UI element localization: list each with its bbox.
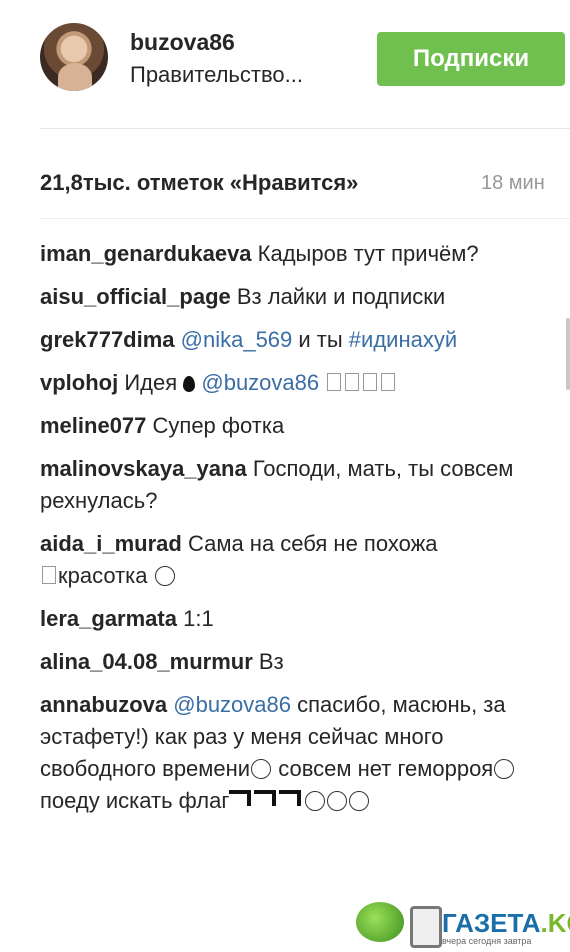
- face-emoji-icon: [154, 566, 175, 586]
- hand-emoji-icon: [229, 790, 252, 806]
- comment-text: и ты: [292, 327, 349, 352]
- comment: iman_genardukaeva Кадыров тут причём?: [40, 238, 520, 270]
- comment-username[interactable]: vplohoj: [40, 370, 118, 395]
- watermark-brand: ГАЗЕТА.KG: [442, 908, 570, 938]
- face-emoji-icon: [305, 791, 326, 811]
- comment-text: 1:1: [176, 606, 214, 631]
- comment-text: Вз лайки и подписки: [230, 284, 446, 309]
- missing-glyph-icon: [345, 373, 360, 391]
- comment-text: Идея: [118, 370, 184, 395]
- missing-glyph-icon: [381, 373, 396, 391]
- comment-username[interactable]: annabuzova: [40, 692, 167, 717]
- divider: [40, 128, 570, 129]
- hashtag-link[interactable]: #идинахуй: [349, 327, 457, 352]
- comments-list: iman_genardukaeva Кадыров тут причём? ai…: [40, 238, 520, 828]
- face-emoji-icon: [327, 791, 348, 811]
- comment-text: красотка: [58, 563, 148, 588]
- face-emoji-icon: [494, 759, 515, 779]
- globe-icon: [356, 902, 404, 942]
- face-emoji-icon: [349, 791, 370, 811]
- comment: aida_i_murad Сама на себя не похожа красо…: [40, 528, 520, 592]
- hourglass-icon: [410, 906, 442, 948]
- comment-username[interactable]: aida_i_murad: [40, 531, 182, 556]
- divider: [40, 218, 570, 219]
- mention-link[interactable]: @buzova86: [167, 692, 291, 717]
- watermark-logo: ГАЗЕТА.KG вчера сегодня завтра: [352, 896, 570, 952]
- comment-text: Вз: [252, 649, 284, 674]
- comment: alina_04.08_murmur Вз: [40, 646, 520, 678]
- comment-username[interactable]: alina_04.08_murmur: [40, 649, 253, 674]
- face-emoji-icon: [251, 759, 272, 779]
- mention-link[interactable]: @nika_569: [175, 327, 293, 352]
- comment: grek777dima @nika_569 и ты #идинахуй: [40, 324, 520, 356]
- location-label[interactable]: Правительство...: [130, 62, 303, 88]
- post-header: buzova86 Правительство... Подписки: [0, 0, 570, 128]
- likes-count[interactable]: 21,8тыс. отметок «Нравится»: [40, 170, 358, 196]
- hand-emoji-icon: [254, 790, 277, 806]
- comment-username[interactable]: grek777dima: [40, 327, 175, 352]
- comment-username[interactable]: aisu_official_page: [40, 284, 231, 309]
- comment: lera_garmata 1:1: [40, 603, 520, 635]
- comment: aisu_official_page Вз лайки и подписки: [40, 281, 520, 313]
- comment: malinovskaya_yana Господи, мать, ты совс…: [40, 453, 520, 517]
- comment-username[interactable]: meline077: [40, 413, 146, 438]
- comment: annabuzova @buzova86 спасибо, масюнь, за…: [40, 689, 520, 817]
- missing-glyph-icon: [327, 373, 342, 391]
- comment-username[interactable]: lera_garmata: [40, 606, 177, 631]
- watermark-tagline: вчера сегодня завтра: [442, 936, 532, 946]
- comment-username[interactable]: iman_genardukaeva: [40, 241, 252, 266]
- comment-text: Сама на себя не похожа: [181, 531, 438, 556]
- missing-glyph-icon: [363, 373, 378, 391]
- drop-emoji-icon: [183, 376, 196, 392]
- scrollbar[interactable]: [566, 318, 570, 390]
- hand-emoji-icon: [279, 790, 302, 806]
- following-button[interactable]: Подписки: [377, 32, 565, 86]
- missing-glyph-icon: [42, 566, 56, 584]
- comment-text: Супер фотка: [146, 413, 285, 438]
- comment-text: Кадыров тут причём?: [251, 241, 479, 266]
- mention-link[interactable]: @buzova86: [201, 370, 319, 395]
- comment-text: совсем нет геморроя: [272, 756, 494, 781]
- comment-text: поеду искать флаг: [40, 788, 230, 813]
- username[interactable]: buzova86: [130, 29, 235, 56]
- post-time: 18 мин: [481, 172, 545, 194]
- comment: meline077 Супер фотка: [40, 410, 520, 442]
- comment: vplohoj Идея @buzova86: [40, 367, 520, 399]
- avatar[interactable]: [40, 23, 108, 91]
- comment-username[interactable]: malinovskaya_yana: [40, 456, 247, 481]
